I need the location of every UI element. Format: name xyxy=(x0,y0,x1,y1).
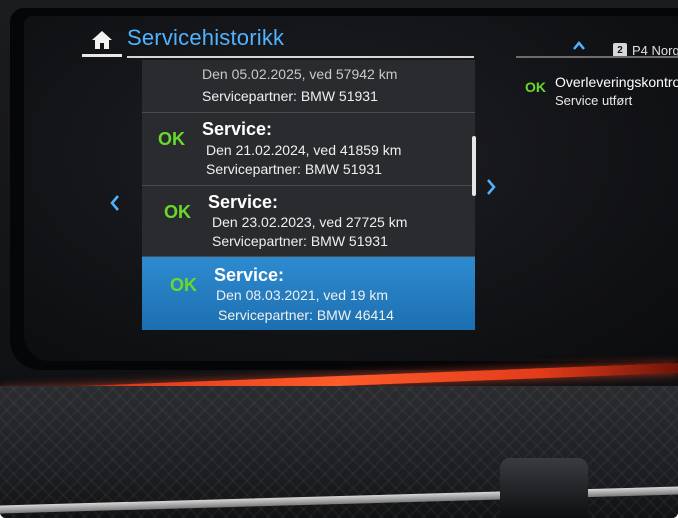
check-subtitle: Service utført xyxy=(555,93,633,108)
status-badge: OK xyxy=(164,202,191,222)
service-title: Service: xyxy=(208,192,279,212)
service-title: Service: xyxy=(214,265,285,285)
radio-preset-badge: 2 xyxy=(613,43,627,57)
service-partner: Servicepartner: BMW 51931 xyxy=(212,233,388,249)
service-partner: Servicepartner: BMW 51931 xyxy=(202,88,378,104)
service-date-km: Den 21.02.2024, ved 41859 km xyxy=(206,142,402,158)
chevron-right-icon[interactable] xyxy=(484,178,498,196)
home-button[interactable] xyxy=(82,26,122,57)
service-date-km: Den 08.03.2021, ved 19 km xyxy=(216,287,389,303)
photo-frame: Servicehistorikk 2 P4 Norge Den 05.02.20… xyxy=(0,0,678,518)
service-partner: Servicepartner: BMW 46414 xyxy=(218,307,394,323)
check-title[interactable]: Overleveringskontroll xyxy=(555,74,678,90)
list-item[interactable]: OK Service: Den 21.02.2024, ved 41859 km… xyxy=(142,113,475,186)
header-bar: Servicehistorikk 2 P4 Norge xyxy=(24,16,678,60)
home-icon xyxy=(92,31,112,49)
chevron-left-icon[interactable] xyxy=(108,194,122,212)
service-partner: Servicepartner: BMW 51931 xyxy=(206,161,382,177)
chevron-up-icon[interactable] xyxy=(572,40,586,52)
service-date-km: Den 23.02.2023, ved 27725 km xyxy=(212,214,408,230)
status-badge: OK xyxy=(525,79,546,95)
title-underline xyxy=(127,56,474,58)
service-date-km: Den 05.02.2025, ved 57942 km xyxy=(202,66,398,82)
status-badge: OK xyxy=(170,275,197,295)
status-badge: OK xyxy=(158,129,185,149)
idrive-screen: Servicehistorikk 2 P4 Norge Den 05.02.20… xyxy=(24,16,678,361)
service-history-list: Den 05.02.2025, ved 57942 km Servicepart… xyxy=(142,60,475,330)
list-item[interactable]: OK Service: Den 23.02.2023, ved 27725 km… xyxy=(142,186,475,257)
right-panel-divider xyxy=(516,56,678,58)
service-title: Service: xyxy=(202,119,273,139)
page-title: Servicehistorikk xyxy=(127,25,285,50)
air-vent xyxy=(500,458,588,518)
list-item-selected[interactable]: OK Service: Den 08.03.2021, ved 19 km Se… xyxy=(142,257,475,330)
display-bezel: Servicehistorikk 2 P4 Norge Den 05.02.20… xyxy=(10,8,678,370)
list-item[interactable]: Den 05.02.2025, ved 57942 km Servicepart… xyxy=(142,60,475,113)
list-scrollbar[interactable] xyxy=(472,136,476,196)
